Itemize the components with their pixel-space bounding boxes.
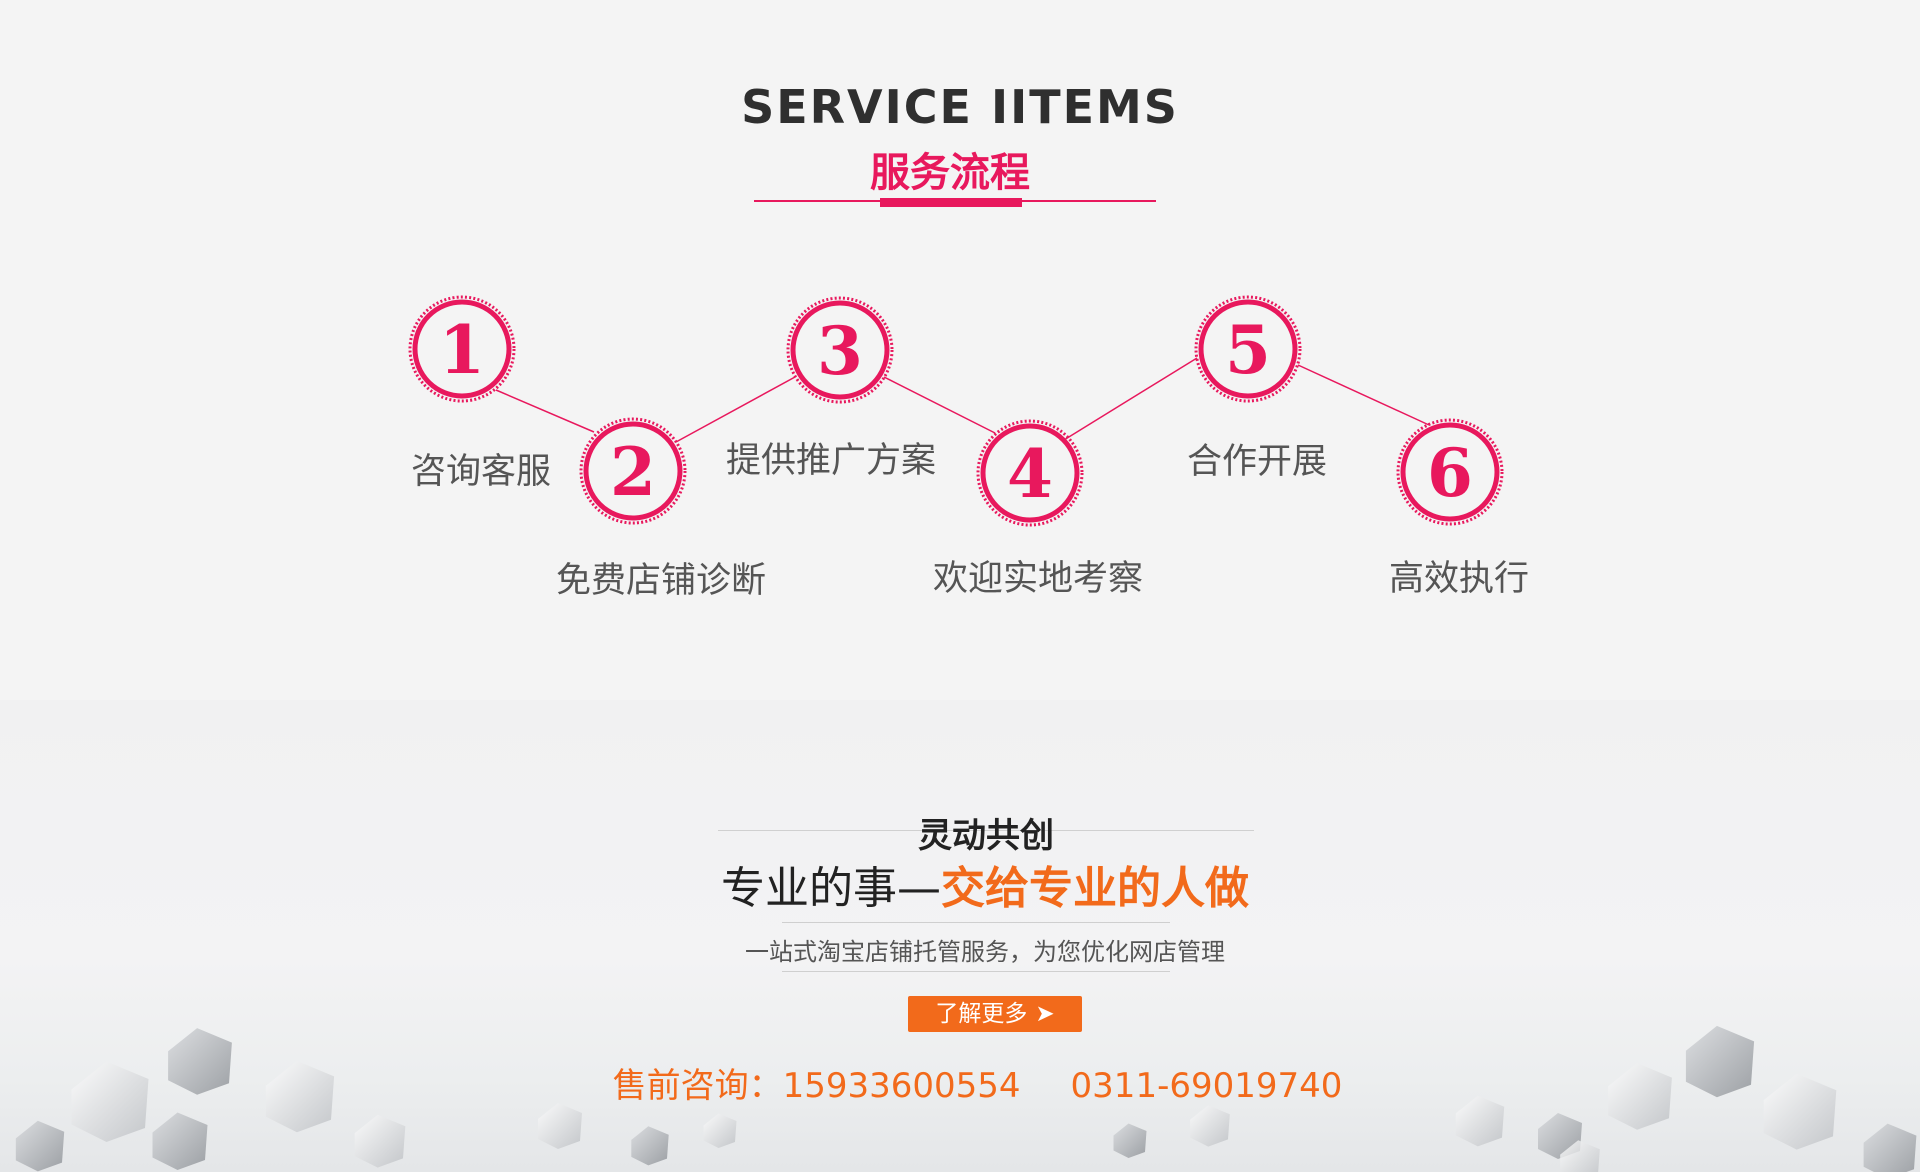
connector-1-2 <box>495 389 595 433</box>
service-process-section: SERVICE IITEMS 服务流程 123456 咨询客服 免费店铺诊断 提… <box>0 0 1920 700</box>
connector-5-6 <box>1297 364 1430 426</box>
decorative-cube-6 <box>15 1120 65 1172</box>
step-number-3: 3 <box>817 312 863 390</box>
phone-mobile[interactable]: 15933600554 <box>783 1066 1021 1106</box>
decorative-cube-7 <box>538 1103 582 1149</box>
brand-name: 灵动共创 <box>918 816 1054 856</box>
slogan-highlight: 交给专业的人做 <box>941 863 1249 914</box>
step-label-6: 高效执行 <box>1389 559 1530 599</box>
step-node-2: 2 <box>579 417 687 525</box>
subtitle-divider-top <box>782 922 1170 923</box>
connector-4-5 <box>1063 357 1198 441</box>
step-label-5: 合作开展 <box>1187 442 1328 482</box>
phone-label: 售前咨询： <box>612 1066 783 1106</box>
decorative-cube-17 <box>1863 1123 1917 1172</box>
step-label-2: 免费店铺诊断 <box>556 561 767 601</box>
subtitle-divider-bottom <box>782 971 1170 972</box>
subtitle: 一站式淘宝店铺托管服务，为您优化网店管理 <box>745 938 1225 966</box>
phone-landline[interactable]: 0311-69019740 <box>1071 1066 1343 1106</box>
promo-banner: 灵动共创 专业的事—交给专业的人做 一站式淘宝店铺托管服务，为您优化网店管理 了… <box>0 700 1920 1172</box>
decorative-cube-5 <box>354 1114 406 1168</box>
decorative-cube-11 <box>1190 1105 1230 1147</box>
decorative-cube-4 <box>152 1112 208 1170</box>
step-number-2: 2 <box>610 433 656 511</box>
step-number-5: 5 <box>1225 311 1271 389</box>
step-label-1: 咨询客服 <box>411 452 552 492</box>
connector-3-4 <box>883 376 996 434</box>
step-nodes: 1 2 3 4 5 6 <box>408 295 1504 527</box>
step-number-1: 1 <box>439 311 485 389</box>
arrow-right-icon: ➤ <box>1035 1001 1055 1027</box>
step-number-6: 6 <box>1427 434 1473 512</box>
step-node-6: 6 <box>1396 418 1504 526</box>
learn-more-button[interactable]: 了解更多 ➤ <box>908 996 1082 1032</box>
decorative-cube-10 <box>1113 1123 1147 1158</box>
step-node-5: 5 <box>1194 295 1302 403</box>
step-label-3: 提供推广方案 <box>726 441 937 481</box>
decorative-cube-8 <box>631 1126 669 1166</box>
slogan: 专业的事—交给专业的人做 <box>0 852 1920 916</box>
step-label-4: 欢迎实地考察 <box>933 559 1144 599</box>
learn-more-label: 了解更多 <box>935 1001 1028 1027</box>
slogan-prefix: 专业的事— <box>721 863 941 914</box>
step-number-4: 4 <box>1007 435 1053 513</box>
presale-contact: 售前咨询：15933600554 0311-69019740 <box>0 1058 1920 1107</box>
step-node-1: 1 <box>408 295 516 403</box>
decorative-cube-9 <box>703 1113 737 1148</box>
step-node-4: 4 <box>976 419 1084 527</box>
step-node-3: 3 <box>786 296 894 404</box>
